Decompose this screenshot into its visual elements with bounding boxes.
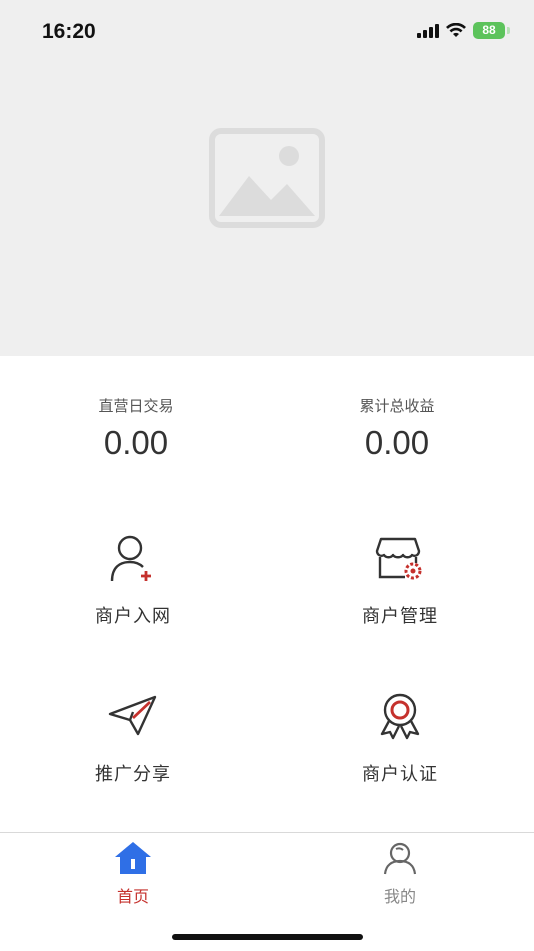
home-icon — [115, 842, 151, 874]
menu-merchant-verification[interactable]: 商户认证 — [300, 690, 500, 786]
wifi-icon — [446, 23, 466, 37]
menu-merchant-management[interactable]: 商户管理 — [300, 532, 500, 628]
battery-icon: 88 — [473, 22, 505, 39]
stat-total-earnings: 累计总收益 0.00 — [297, 395, 497, 462]
battery-level: 88 — [482, 23, 496, 37]
paper-plane-icon — [108, 695, 157, 736]
menu-merchant-onboarding[interactable]: 商户入网 — [33, 532, 233, 628]
tab-label: 我的 — [383, 887, 416, 906]
store-settings-icon — [375, 537, 422, 580]
menu-label: 商户入网 — [95, 606, 171, 627]
stat-value: 0.00 — [103, 424, 169, 461]
menu-promote-share[interactable]: 推广分享 — [33, 690, 233, 786]
stat-label: 直营日交易 — [98, 397, 174, 415]
stat-value: 0.00 — [364, 424, 430, 461]
certificate-badge-icon — [380, 693, 420, 740]
image-placeholder-icon — [209, 128, 325, 228]
add-user-icon — [110, 535, 151, 582]
battery-tip — [507, 27, 510, 34]
tab-home[interactable]: 首页 — [73, 841, 193, 907]
status-time: 16:20 — [42, 20, 96, 43]
signal-icon — [417, 23, 439, 38]
tab-label: 首页 — [116, 887, 149, 906]
status-icons: 88 — [417, 22, 510, 39]
tab-mine[interactable]: 我的 — [340, 841, 460, 907]
status-bar: 16:20 88 — [0, 0, 534, 64]
stat-daily-transactions: 直营日交易 0.00 — [36, 395, 236, 462]
menu-label: 商户认证 — [362, 764, 438, 785]
menu-label: 商户管理 — [362, 606, 438, 627]
menu-label: 推广分享 — [95, 764, 171, 785]
stat-label: 累计总收益 — [359, 397, 435, 415]
banner[interactable] — [0, 64, 534, 356]
home-indicator — [172, 934, 363, 940]
user-icon — [383, 842, 417, 875]
